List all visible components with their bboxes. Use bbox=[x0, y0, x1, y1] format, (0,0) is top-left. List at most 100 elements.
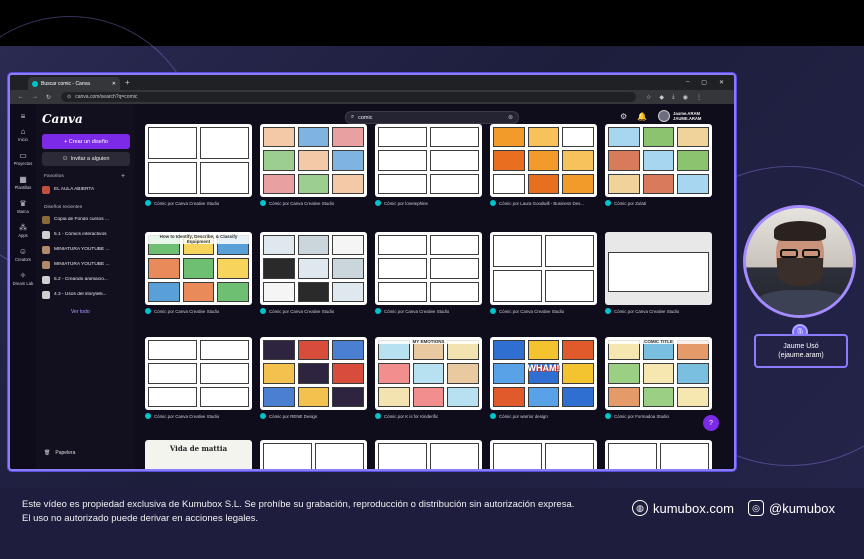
template-card[interactable]: COMIC TITLE Cómic por Formadoa Studio bbox=[605, 337, 712, 419]
maximize-icon[interactable]: ▢ bbox=[701, 79, 707, 86]
template-card[interactable]: Cómic por Zulati bbox=[605, 124, 712, 206]
browser-tab[interactable]: Buscar comic - Canva ✕ bbox=[28, 77, 120, 90]
apps-icon: ⁂ bbox=[19, 223, 27, 232]
template-card[interactable]: MY EMOTIONS Cómic por K is for Kinderific bbox=[375, 337, 482, 419]
nav-apps[interactable]: ⁂ Apps bbox=[10, 223, 36, 238]
nav-label: Apps bbox=[18, 233, 28, 238]
trash-icon: 🗑 bbox=[44, 450, 51, 456]
tab-bar: Buscar comic - Canva ✕ + – ▢ ✕ bbox=[10, 75, 734, 90]
recent-heading: Diseños recientes bbox=[44, 205, 83, 210]
extension-icon[interactable]: ◆ bbox=[659, 94, 664, 101]
help-button[interactable]: ? bbox=[703, 415, 719, 431]
user-subname: JAUME.ARAM bbox=[673, 116, 702, 121]
canva-logo[interactable]: Canva bbox=[42, 112, 83, 126]
template-card[interactable] bbox=[605, 440, 712, 469]
trash-item[interactable]: 🗑 Papelera bbox=[44, 450, 75, 456]
template-caption: Cómic por K is for Kinderific bbox=[375, 413, 482, 419]
invite-label: Invitar a alguien bbox=[70, 156, 110, 162]
template-thumbnail bbox=[605, 232, 712, 305]
create-design-button[interactable]: + Crear un diseño bbox=[42, 134, 130, 149]
nav-marca[interactable]: ♛ Marca bbox=[10, 199, 36, 214]
creator-avatar-icon bbox=[490, 308, 496, 314]
close-window-icon[interactable]: ✕ bbox=[719, 79, 724, 86]
template-thumbnail bbox=[490, 440, 597, 469]
recent-item[interactable]: MINIATURA YOUTUBE ... bbox=[42, 244, 130, 255]
template-card[interactable]: WHAM! Cómic por warrior design bbox=[490, 337, 597, 419]
creator-avatar-icon bbox=[375, 200, 381, 206]
notifications-bell-icon[interactable]: 🔔 bbox=[637, 112, 647, 121]
see-all-link[interactable]: Ver todo bbox=[71, 309, 90, 315]
template-caption: Cómic por Canva Creative Studio bbox=[260, 200, 367, 206]
website-link: ◍ kumubox.com bbox=[632, 500, 734, 516]
favorite-item-label: EL AULA ABIERTA bbox=[54, 187, 95, 192]
templates-icon: ▦ bbox=[19, 175, 27, 184]
template-thumbnail bbox=[260, 124, 367, 197]
template-thumbnail: WHAM! bbox=[490, 337, 597, 410]
template-card[interactable]: Cómic por Canva Creative Studio bbox=[605, 232, 712, 314]
template-thumbnail: Vida de mattia bbox=[145, 440, 252, 469]
new-tab-icon[interactable]: + bbox=[125, 78, 130, 87]
creators-icon: ☺ bbox=[18, 247, 28, 256]
template-thumbnail: MY EMOTIONS bbox=[375, 337, 482, 410]
template-card[interactable]: How to Identify, Describe, & Classify Eq… bbox=[145, 232, 252, 314]
nav-inicio[interactable]: ⌂ Inicio bbox=[10, 127, 36, 142]
caption-text: Cómic por Canva Creative Studio bbox=[154, 200, 220, 206]
caption-text: Cómic por Laura Goodwill - Business Des.… bbox=[499, 200, 584, 206]
recent-item[interactable]: 5.2 - Creando animacio... bbox=[42, 274, 130, 285]
template-card[interactable]: Cómic por Canva Creative Studio bbox=[490, 232, 597, 314]
clear-search-icon[interactable]: ⊗ bbox=[508, 114, 513, 121]
template-card[interactable]: Cómic por Canva Creative Studio bbox=[260, 232, 367, 314]
nav-creators[interactable]: ☺ Creators bbox=[10, 247, 36, 262]
nav-label: Creators bbox=[14, 257, 32, 262]
creator-avatar-icon bbox=[260, 413, 266, 419]
minimize-icon[interactable]: – bbox=[686, 79, 689, 86]
canva-side-nav: ≡ ⌂ Inicio ▭ Proyectos ▦ Plantillas ♛ Marca ⁂ App… bbox=[10, 104, 36, 469]
account-menu[interactable]: Jaume.ARAM JAUME.ARAM bbox=[658, 110, 701, 122]
add-favorite-icon[interactable]: + bbox=[121, 173, 125, 180]
site-info-icon[interactable]: ⊙ bbox=[67, 94, 71, 100]
template-card[interactable]: Cómic por RENE Design bbox=[260, 337, 367, 419]
template-card[interactable] bbox=[490, 440, 597, 469]
nav-plantillas[interactable]: ▦ Plantillas bbox=[10, 175, 36, 190]
caption-text: Cómic por Canva Creative Studio bbox=[154, 413, 220, 419]
download-icon[interactable]: ⤓ bbox=[672, 94, 675, 101]
template-card[interactable]: Cómic por Canva Creative Studio bbox=[145, 337, 252, 419]
design-thumb bbox=[42, 260, 50, 269]
nav-proyectos[interactable]: ▭ Proyectos bbox=[10, 151, 36, 166]
template-card[interactable]: Cómic por Canva Creative Studio bbox=[145, 124, 252, 206]
nav-label: Inicio bbox=[18, 137, 28, 142]
template-card[interactable]: Cómic por Canva Creative Studio bbox=[375, 232, 482, 314]
recent-item[interactable]: 5.1 - Cómics interactivos bbox=[42, 229, 130, 240]
recent-item[interactable]: Copia de Fondo cursos ... bbox=[42, 214, 130, 225]
template-card[interactable] bbox=[260, 440, 367, 469]
recent-item-label: MINIATURA YOUTUBE ... bbox=[54, 262, 110, 267]
template-card[interactable]: Cómic por lonetephine bbox=[375, 124, 482, 206]
template-card[interactable] bbox=[375, 440, 482, 469]
back-icon[interactable]: ← bbox=[18, 94, 24, 101]
creator-avatar-icon bbox=[605, 413, 611, 419]
side-panel: Canva + Crear un diseño ⚇ Invitar a algui… bbox=[36, 104, 135, 469]
settings-icon[interactable]: ⚙ bbox=[620, 112, 627, 121]
template-thumbnail bbox=[490, 232, 597, 305]
template-thumbnail bbox=[375, 124, 482, 197]
nav-dream-lab[interactable]: ✧ Dream Lab bbox=[10, 271, 36, 286]
recent-item[interactable]: MINIATURA YOUTUBE ... bbox=[42, 259, 130, 270]
template-card[interactable]: Cómic por Canva Creative Studio bbox=[260, 124, 367, 206]
search-input[interactable]: ⌕ comic ⊗ bbox=[345, 111, 519, 124]
invite-button[interactable]: ⚇ Invitar a alguien bbox=[42, 152, 130, 166]
profile-icon[interactable]: ◉ bbox=[683, 94, 688, 101]
close-tab-icon[interactable]: ✕ bbox=[112, 81, 116, 87]
favorite-item[interactable]: EL AULA ABIERTA bbox=[42, 184, 130, 195]
caption-text: Cómic por K is for Kinderific bbox=[384, 413, 439, 419]
nav-label: Plantillas bbox=[14, 185, 32, 190]
menu-dots-icon[interactable]: ⋮ bbox=[696, 94, 702, 101]
recent-item-label: MINIATURA YOUTUBE ... bbox=[54, 247, 110, 252]
bookmark-star-icon[interactable]: ☆ bbox=[646, 94, 651, 101]
url-field[interactable]: ⊙ canva.com/search?q=comic bbox=[61, 92, 637, 102]
reload-icon[interactable]: ↻ bbox=[46, 94, 51, 101]
template-card[interactable]: Vida de mattia bbox=[145, 440, 252, 469]
recent-item[interactable]: 4.3 - Usos del storytelli... bbox=[42, 289, 130, 300]
template-card[interactable]: Cómic por Laura Goodwill - Business Des.… bbox=[490, 124, 597, 206]
hamburger-menu-icon[interactable]: ≡ bbox=[10, 112, 36, 121]
forward-icon[interactable]: → bbox=[32, 94, 38, 101]
